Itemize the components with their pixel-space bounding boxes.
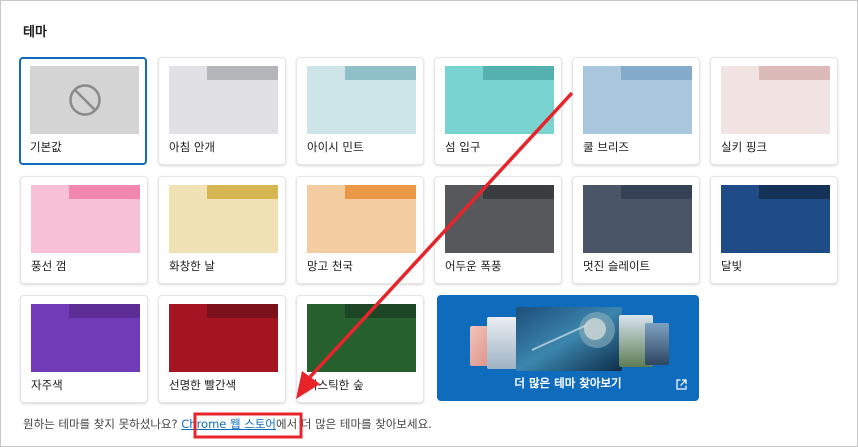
theme-card-default[interactable]: 기본값 xyxy=(19,57,147,165)
theme-card[interactable]: 섬 입구 xyxy=(434,57,562,165)
theme-card[interactable]: 자주색 xyxy=(20,295,148,403)
theme-preview xyxy=(445,185,554,253)
footer-text: 원하는 테마를 찾지 못하셨나요? Chrome 웹 스토어에서 더 많은 테마… xyxy=(23,416,432,432)
theme-card[interactable]: 미스틱한 숲 xyxy=(296,295,424,403)
theme-label: 멋진 슬레이트 xyxy=(583,259,651,273)
theme-card[interactable]: 실키 핑크 xyxy=(710,57,838,165)
theme-preview xyxy=(307,185,416,253)
theme-card[interactable]: 쿨 브리즈 xyxy=(572,57,700,165)
external-link-icon xyxy=(676,379,687,390)
theme-label: 선명한 빨간색 xyxy=(169,378,237,392)
footer-text-after: 에서 더 많은 테마를 찾아보세요. xyxy=(276,417,432,431)
footer-text-before: 원하는 테마를 찾지 못하셨나요? xyxy=(23,417,182,431)
theme-preview xyxy=(169,304,278,372)
theme-preview xyxy=(721,66,830,134)
theme-card[interactable]: 화창한 날 xyxy=(158,176,286,284)
theme-card[interactable]: 망고 천국 xyxy=(296,176,424,284)
theme-preview xyxy=(31,304,140,372)
theme-card[interactable]: 아침 안개 xyxy=(158,57,286,165)
theme-preview xyxy=(445,66,554,134)
more-themes-label: 더 많은 테마 찾아보기 xyxy=(514,376,622,390)
theme-preview xyxy=(307,304,416,372)
theme-label: 망고 천국 xyxy=(307,259,353,273)
theme-preview xyxy=(30,66,139,134)
theme-preview xyxy=(31,185,140,253)
section-title: 테마 xyxy=(23,25,47,40)
theme-label: 아이시 민트 xyxy=(307,140,364,154)
theme-label: 어두운 폭풍 xyxy=(445,259,502,273)
theme-label: 실키 핑크 xyxy=(721,140,767,154)
theme-preview xyxy=(583,66,692,134)
theme-preview xyxy=(307,66,416,134)
theme-card[interactable]: 선명한 빨간색 xyxy=(158,295,286,403)
theme-card[interactable]: 아이시 민트 xyxy=(296,57,424,165)
theme-preview xyxy=(169,185,278,253)
chrome-web-store-link[interactable]: Chrome 웹 스토어 xyxy=(181,417,276,431)
theme-label: 기본값 xyxy=(30,140,62,154)
theme-label: 달빛 xyxy=(721,259,743,273)
theme-label: 화창한 날 xyxy=(169,259,215,273)
theme-label: 풍선 껌 xyxy=(31,259,67,273)
theme-label: 쿨 브리즈 xyxy=(583,140,629,154)
theme-preview xyxy=(721,185,830,253)
theme-card[interactable]: 멋진 슬레이트 xyxy=(572,176,700,284)
theme-card[interactable]: 어두운 폭풍 xyxy=(434,176,562,284)
theme-label: 자주색 xyxy=(31,378,63,392)
theme-label: 미스틱한 숲 xyxy=(307,378,364,392)
theme-preview xyxy=(169,66,278,134)
theme-card[interactable]: 풍선 껌 xyxy=(20,176,148,284)
more-themes-button[interactable]: 더 많은 테마 찾아보기 xyxy=(437,295,699,401)
theme-preview xyxy=(583,185,692,253)
theme-label: 섬 입구 xyxy=(445,140,481,154)
blocked-icon xyxy=(69,84,101,116)
theme-label: 아침 안개 xyxy=(169,140,215,154)
theme-card[interactable]: 달빛 xyxy=(710,176,838,284)
